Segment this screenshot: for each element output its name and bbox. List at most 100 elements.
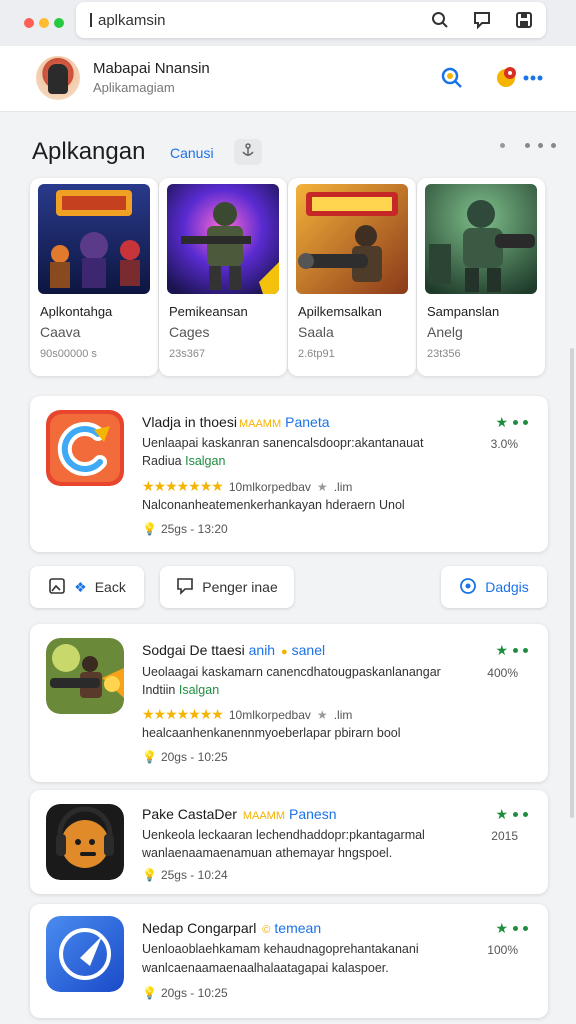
game-card[interactable]: Apilkemsalkan Saala 2.6tp91	[288, 178, 416, 376]
more-options-icon[interactable]	[500, 143, 556, 148]
location-icon: ❖	[74, 578, 87, 595]
app-name: Nedap Congarparl	[142, 920, 257, 936]
app-name: Vladja in thoesi	[142, 414, 237, 430]
game-title: Sampanslan	[427, 304, 500, 319]
star-icon: ★	[316, 479, 328, 494]
game-cover-image	[296, 184, 408, 294]
app-meta-text: 20gs - 10:25	[160, 750, 228, 764]
more-options-icon[interactable]: ★	[495, 806, 528, 823]
game-downloads: 90s00000 s	[40, 348, 97, 360]
notification-icon[interactable]	[496, 64, 546, 90]
pager-label: Penger inae	[202, 579, 278, 595]
game-card[interactable]: Aplkontahga Caava 90s00000 s	[30, 178, 158, 376]
search-icon[interactable]	[440, 66, 464, 90]
app-title: Nedap Congarparl © temean	[142, 920, 321, 936]
app-meta: 💡 20gs - 10:25	[142, 750, 228, 764]
app-tag-green[interactable]: Isalgan	[179, 683, 219, 697]
app-title: Pake CastaDer MAAMM Panesn	[142, 806, 336, 822]
app-badge: MAAMM	[238, 418, 282, 430]
star-rating-icon: ★★★★★★★	[142, 478, 224, 494]
app-card[interactable]: Pake CastaDer MAAMM Panesn ★ Uenkeola lec…	[30, 790, 548, 894]
search-icon[interactable]	[428, 8, 452, 32]
profile-name: Mabapai Nnansin	[93, 60, 210, 77]
maximize-window-button[interactable]	[54, 18, 64, 28]
app-detail: healcaanhenkanennmyoeberlapar pbirarn bo…	[142, 726, 401, 740]
app-developer[interactable]: sanel	[292, 642, 325, 658]
lightbulb-icon: 💡	[142, 868, 157, 882]
app-description: Ueolaagai kaskamarn canencdhatougpaskanl…	[142, 665, 441, 679]
app-icon	[46, 916, 124, 992]
anchor-icon	[241, 142, 255, 162]
game-title: Pemikeansan	[169, 304, 248, 319]
game-downloads: 2.6tp91	[298, 348, 335, 360]
game-cover-image	[425, 184, 537, 294]
game-title: Apilkemsalkan	[298, 304, 382, 319]
app-description: Uenlaapai kaskanran sanencalsdoopr:akant…	[142, 436, 424, 450]
minimize-window-button[interactable]	[39, 18, 49, 28]
app-meta: 💡 20gs - 10:25	[142, 986, 228, 1000]
back-label: Eack	[94, 579, 126, 595]
close-window-button[interactable]	[24, 18, 34, 28]
scrollbar[interactable]	[570, 118, 576, 818]
game-category: Anelg	[427, 324, 463, 340]
app-description: Uenkeola leckaaran lechendhaddopr:pkanta…	[142, 828, 425, 842]
more-options-icon[interactable]: ★	[495, 920, 528, 937]
section-title: Aplkangan	[32, 138, 146, 165]
profile-subtitle: Aplikamagiam	[93, 80, 175, 95]
app-card[interactable]: Vladja in thoesi MAAMM Paneta ★ Uenlaapai …	[30, 396, 548, 552]
app-name: Sodgai De ttaesi	[142, 642, 245, 658]
game-cover-image	[167, 184, 279, 294]
rating-row: ★★★★★★★ 10mlkorpedbav ★ .lim	[142, 706, 352, 723]
app-developer[interactable]: Paneta	[285, 414, 329, 430]
app-detail: wanlaenaamaenamuan athemayar hngspoel.	[142, 846, 393, 860]
app-meta-text: 20gs - 10:25	[160, 986, 228, 1000]
game-downloads: 23t356	[427, 348, 461, 360]
game-category: Caava	[40, 324, 81, 340]
app-meta: 💡 25gs - 10:24	[142, 868, 228, 882]
pager-button[interactable]: Penger inae	[160, 566, 294, 608]
app-meta-text: 25gs - 13:20	[160, 522, 228, 536]
app-card[interactable]: Sodgai De ttaesi anih ● sanel ★ Ueolaagai…	[30, 624, 548, 782]
game-title: Aplkontahga	[40, 304, 113, 319]
rating-extra: .lim	[333, 707, 353, 722]
app-percent: 400%	[487, 666, 518, 680]
app-card[interactable]: Nedap Congarparl © temean ★ Uenloaoblaehk…	[30, 904, 548, 1018]
address-bar-actions	[428, 8, 536, 32]
app-icon	[46, 410, 124, 486]
game-card[interactable]: Pemikeansan Cages 23s367	[159, 178, 287, 376]
filter-chip[interactable]	[234, 139, 262, 165]
profile-header: Mabapai Nnansin Aplikamagiam	[0, 46, 576, 112]
app-percent: 100%	[487, 943, 518, 957]
comment-icon[interactable]	[470, 8, 494, 32]
rating-text: 10mlkorpedbav	[228, 479, 311, 494]
more-options-icon[interactable]: ★	[495, 642, 528, 659]
coin-icon: ●	[280, 646, 288, 658]
save-icon[interactable]	[512, 8, 536, 32]
app-meta: 💡 25gs - 13:20	[142, 522, 228, 536]
app-developer[interactable]: temean	[274, 920, 321, 936]
app-tag: Indtiin Isalgan	[142, 683, 219, 697]
game-cover-image	[38, 184, 150, 294]
info-icon	[459, 577, 477, 598]
primary-action-button[interactable]: Dadgis	[441, 566, 547, 608]
app-title: Sodgai De ttaesi anih ● sanel	[142, 642, 325, 658]
comment-icon	[176, 577, 194, 598]
app-tag-prefix: Indtiin	[142, 683, 176, 697]
lightbulb-icon: 💡	[142, 522, 157, 536]
tab-canusi[interactable]: Canusi	[170, 145, 214, 161]
address-text[interactable]: aplkamsin	[98, 12, 166, 29]
back-button[interactable]: ❖ Eack	[30, 566, 144, 608]
game-card[interactable]: Sampanslan Anelg 23t356	[417, 178, 545, 376]
scrollbar-thumb[interactable]	[570, 348, 574, 818]
app-developer[interactable]: Panesn	[289, 806, 336, 822]
app-badge: MAAMM	[242, 810, 285, 822]
more-options-icon[interactable]: ★	[495, 414, 528, 431]
lightbulb-icon: 💡	[142, 750, 157, 764]
avatar[interactable]	[36, 56, 80, 100]
lightbulb-icon: 💡	[142, 986, 157, 1000]
address-bar[interactable]: aplkamsin	[76, 2, 546, 38]
game-downloads: 23s367	[169, 348, 206, 360]
app-tag-green[interactable]: Isalgan	[185, 454, 225, 468]
primary-action-label: Dadgis	[485, 579, 529, 595]
image-icon	[48, 577, 66, 598]
